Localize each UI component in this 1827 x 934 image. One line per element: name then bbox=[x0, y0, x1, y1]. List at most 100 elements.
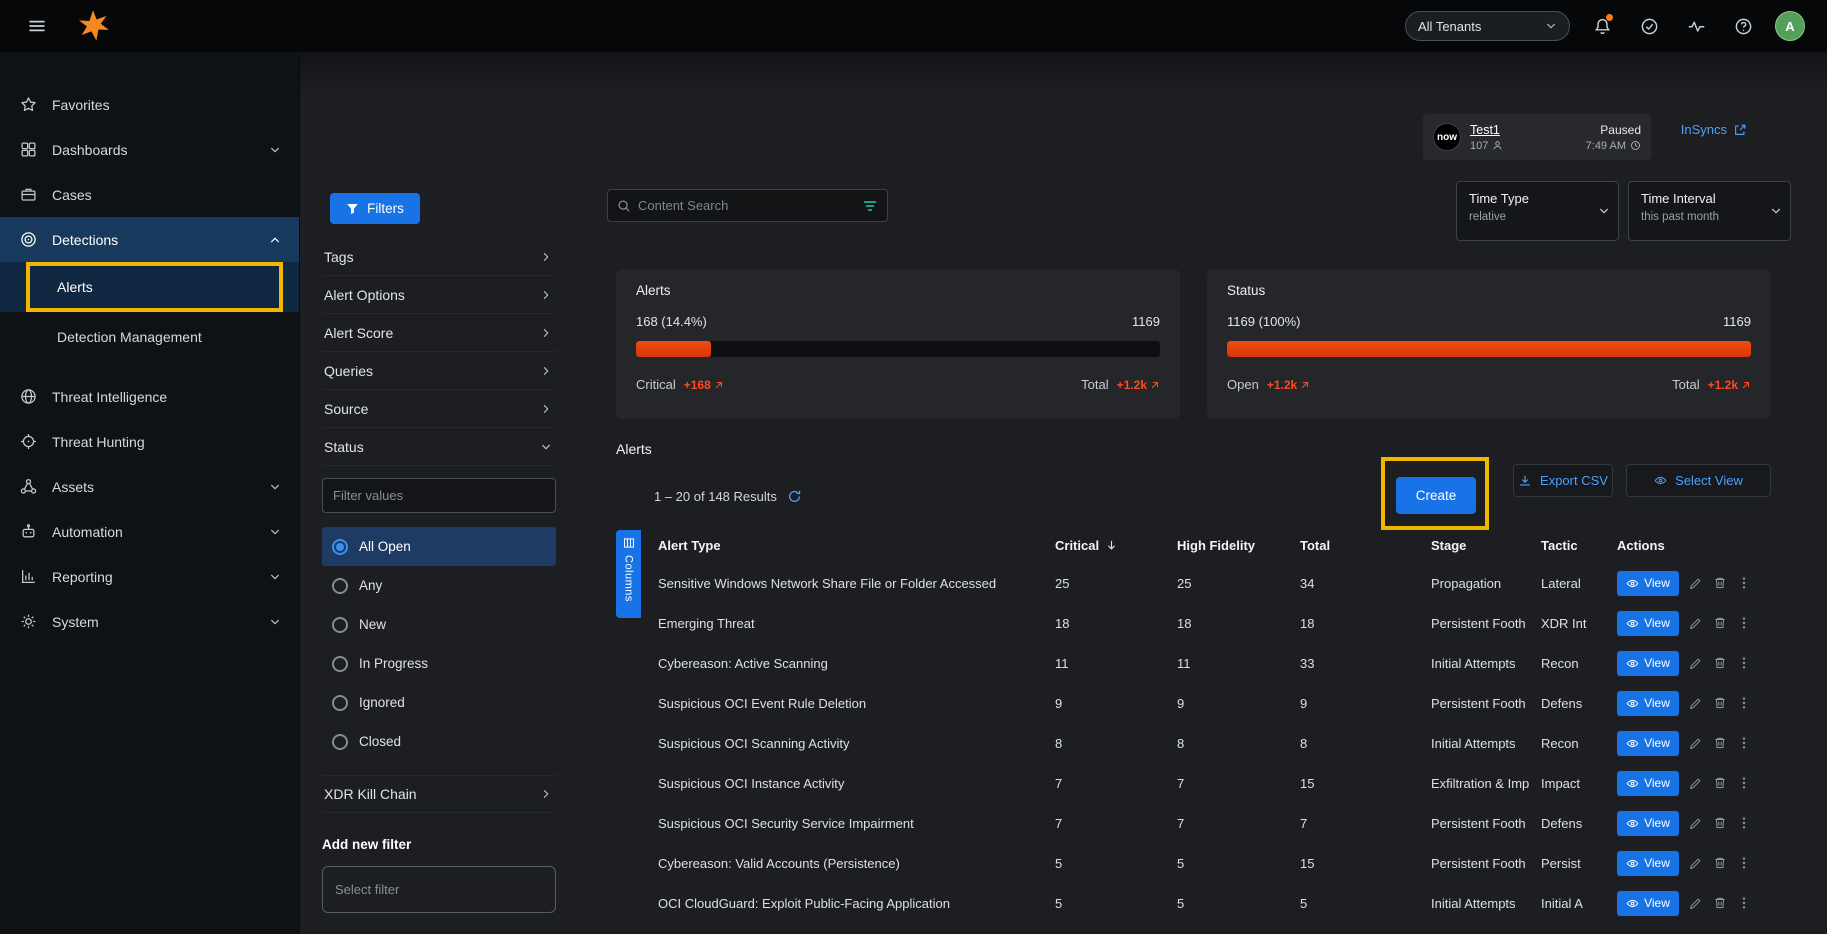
sidebar-item-detections[interactable]: Detections bbox=[0, 217, 299, 262]
status-option-all-open[interactable]: All Open bbox=[322, 527, 556, 566]
view-button[interactable]: View bbox=[1617, 731, 1679, 756]
view-button[interactable]: View bbox=[1617, 571, 1679, 596]
edit-icon[interactable] bbox=[1689, 696, 1703, 710]
edit-icon[interactable] bbox=[1689, 616, 1703, 630]
notifications-button[interactable] bbox=[1587, 11, 1617, 41]
delete-icon[interactable] bbox=[1713, 896, 1727, 910]
column-header-critical[interactable]: Critical bbox=[1055, 538, 1177, 553]
filter-section-alert-score[interactable]: Alert Score bbox=[322, 314, 556, 352]
edit-icon[interactable] bbox=[1689, 576, 1703, 590]
sidebar-item-threat-hunting[interactable]: Threat Hunting bbox=[0, 419, 299, 464]
table-row[interactable]: Suspicious OCI Scanning Activity888Initi… bbox=[616, 723, 1771, 763]
sidebar-item-assets[interactable]: Assets bbox=[0, 464, 299, 509]
tenant-selector[interactable]: All Tenants bbox=[1405, 11, 1570, 41]
search-input[interactable] bbox=[638, 198, 855, 213]
sidebar-item-system[interactable]: System bbox=[0, 599, 299, 644]
row-menu-icon[interactable] bbox=[1737, 896, 1751, 910]
cell-total: 34 bbox=[1300, 576, 1431, 591]
insyncs-link[interactable]: InSyncs bbox=[1681, 122, 1747, 137]
row-menu-icon[interactable] bbox=[1737, 576, 1751, 590]
delete-icon[interactable] bbox=[1713, 616, 1727, 630]
delete-icon[interactable] bbox=[1713, 656, 1727, 670]
column-header-total[interactable]: Total bbox=[1300, 538, 1431, 553]
edit-icon[interactable] bbox=[1689, 816, 1703, 830]
table-row[interactable]: Suspicious OCI Event Rule Deletion999Per… bbox=[616, 683, 1771, 723]
table-row[interactable]: Suspicious OCI Security Service Impairme… bbox=[616, 803, 1771, 843]
edit-icon[interactable] bbox=[1689, 856, 1703, 870]
view-button[interactable]: View bbox=[1617, 611, 1679, 636]
filter-values-input[interactable] bbox=[322, 478, 556, 513]
edit-icon[interactable] bbox=[1689, 776, 1703, 790]
filter-section-alert-options[interactable]: Alert Options bbox=[322, 276, 556, 314]
filter-section-xdr-kill-chain[interactable]: XDR Kill Chain bbox=[322, 775, 556, 813]
sync-time: 7:49 AM bbox=[1586, 140, 1641, 152]
edit-icon[interactable] bbox=[1689, 896, 1703, 910]
tenant-count: 107 bbox=[1470, 140, 1503, 152]
query-filter-icon[interactable] bbox=[862, 198, 878, 214]
status-option-ignored[interactable]: Ignored bbox=[322, 683, 556, 722]
sidebar-item-alerts[interactable]: Alerts bbox=[0, 262, 299, 312]
table-row[interactable]: Sensitive Windows Network Share File or … bbox=[616, 563, 1771, 603]
sidebar-item-threat-intelligence[interactable]: Threat Intelligence bbox=[0, 374, 299, 419]
row-menu-icon[interactable] bbox=[1737, 736, 1751, 750]
view-button[interactable]: View bbox=[1617, 651, 1679, 676]
table-row[interactable]: Cybereason: Active Scanning111133Initial… bbox=[616, 643, 1771, 683]
column-header-high-fidelity[interactable]: High Fidelity bbox=[1177, 538, 1300, 553]
row-menu-icon[interactable] bbox=[1737, 816, 1751, 830]
refresh-icon[interactable] bbox=[787, 489, 802, 504]
select-filter-input[interactable] bbox=[322, 866, 556, 913]
table-row[interactable]: Emerging Threat181818Persistent FoothXDR… bbox=[616, 603, 1771, 643]
delete-icon[interactable] bbox=[1713, 576, 1727, 590]
column-header-alert-type[interactable]: Alert Type bbox=[658, 538, 1055, 553]
sidebar-item-detection-management[interactable]: Detection Management bbox=[0, 312, 299, 362]
view-button[interactable]: View bbox=[1617, 771, 1679, 796]
tenant-name-link[interactable]: Test1 bbox=[1470, 123, 1503, 137]
view-button[interactable]: View bbox=[1617, 811, 1679, 836]
table-row[interactable]: OCI CloudGuard: Exploit Public-Facing Ap… bbox=[616, 883, 1771, 923]
row-menu-icon[interactable] bbox=[1737, 616, 1751, 630]
delete-icon[interactable] bbox=[1713, 776, 1727, 790]
status-option-new[interactable]: New bbox=[322, 605, 556, 644]
filter-section-status[interactable]: Status bbox=[322, 428, 556, 466]
sidebar-item-cases[interactable]: Cases bbox=[0, 172, 299, 217]
menu-icon[interactable] bbox=[22, 11, 52, 41]
edit-icon[interactable] bbox=[1689, 736, 1703, 750]
filter-section-tags[interactable]: Tags bbox=[322, 238, 556, 276]
row-menu-icon[interactable] bbox=[1737, 696, 1751, 710]
columns-tab[interactable]: Columns bbox=[616, 530, 641, 618]
edit-icon[interactable] bbox=[1689, 656, 1703, 670]
activity-button[interactable] bbox=[1681, 11, 1711, 41]
status-option-any[interactable]: Any bbox=[322, 566, 556, 605]
row-menu-icon[interactable] bbox=[1737, 656, 1751, 670]
select-view-button[interactable]: Select View bbox=[1626, 464, 1771, 497]
sidebar-item-favorites[interactable]: Favorites bbox=[0, 82, 299, 127]
column-header-tactic[interactable]: Tactic bbox=[1541, 538, 1617, 553]
filters-button[interactable]: Filters bbox=[330, 193, 420, 224]
delete-icon[interactable] bbox=[1713, 696, 1727, 710]
sidebar-item-automation[interactable]: Automation bbox=[0, 509, 299, 554]
tasks-button[interactable] bbox=[1634, 11, 1664, 41]
delete-icon[interactable] bbox=[1713, 736, 1727, 750]
table-row[interactable]: Cybereason: Valid Accounts (Persistence)… bbox=[616, 843, 1771, 883]
delta-value: +1.2k bbox=[1267, 378, 1297, 392]
sidebar-item-dashboards[interactable]: Dashboards bbox=[0, 127, 299, 172]
help-button[interactable] bbox=[1728, 11, 1758, 41]
view-button[interactable]: View bbox=[1617, 891, 1679, 916]
delete-icon[interactable] bbox=[1713, 816, 1727, 830]
view-button[interactable]: View bbox=[1617, 851, 1679, 876]
avatar[interactable]: A bbox=[1775, 11, 1805, 41]
filter-section-source[interactable]: Source bbox=[322, 390, 556, 428]
export-csv-button[interactable]: Export CSV bbox=[1513, 464, 1613, 497]
row-menu-icon[interactable] bbox=[1737, 776, 1751, 790]
status-option-closed[interactable]: Closed bbox=[322, 722, 556, 761]
delete-icon[interactable] bbox=[1713, 856, 1727, 870]
filter-section-queries[interactable]: Queries bbox=[322, 352, 556, 390]
tenant-chip[interactable]: now Test1 107 Paused 7:49 AM bbox=[1423, 114, 1651, 160]
sidebar-item-reporting[interactable]: Reporting bbox=[0, 554, 299, 599]
create-button[interactable]: Create bbox=[1396, 477, 1476, 514]
table-row[interactable]: Suspicious OCI Instance Activity7715Exfi… bbox=[616, 763, 1771, 803]
status-option-in-progress[interactable]: In Progress bbox=[322, 644, 556, 683]
view-button[interactable]: View bbox=[1617, 691, 1679, 716]
column-header-stage[interactable]: Stage bbox=[1431, 538, 1541, 553]
row-menu-icon[interactable] bbox=[1737, 856, 1751, 870]
